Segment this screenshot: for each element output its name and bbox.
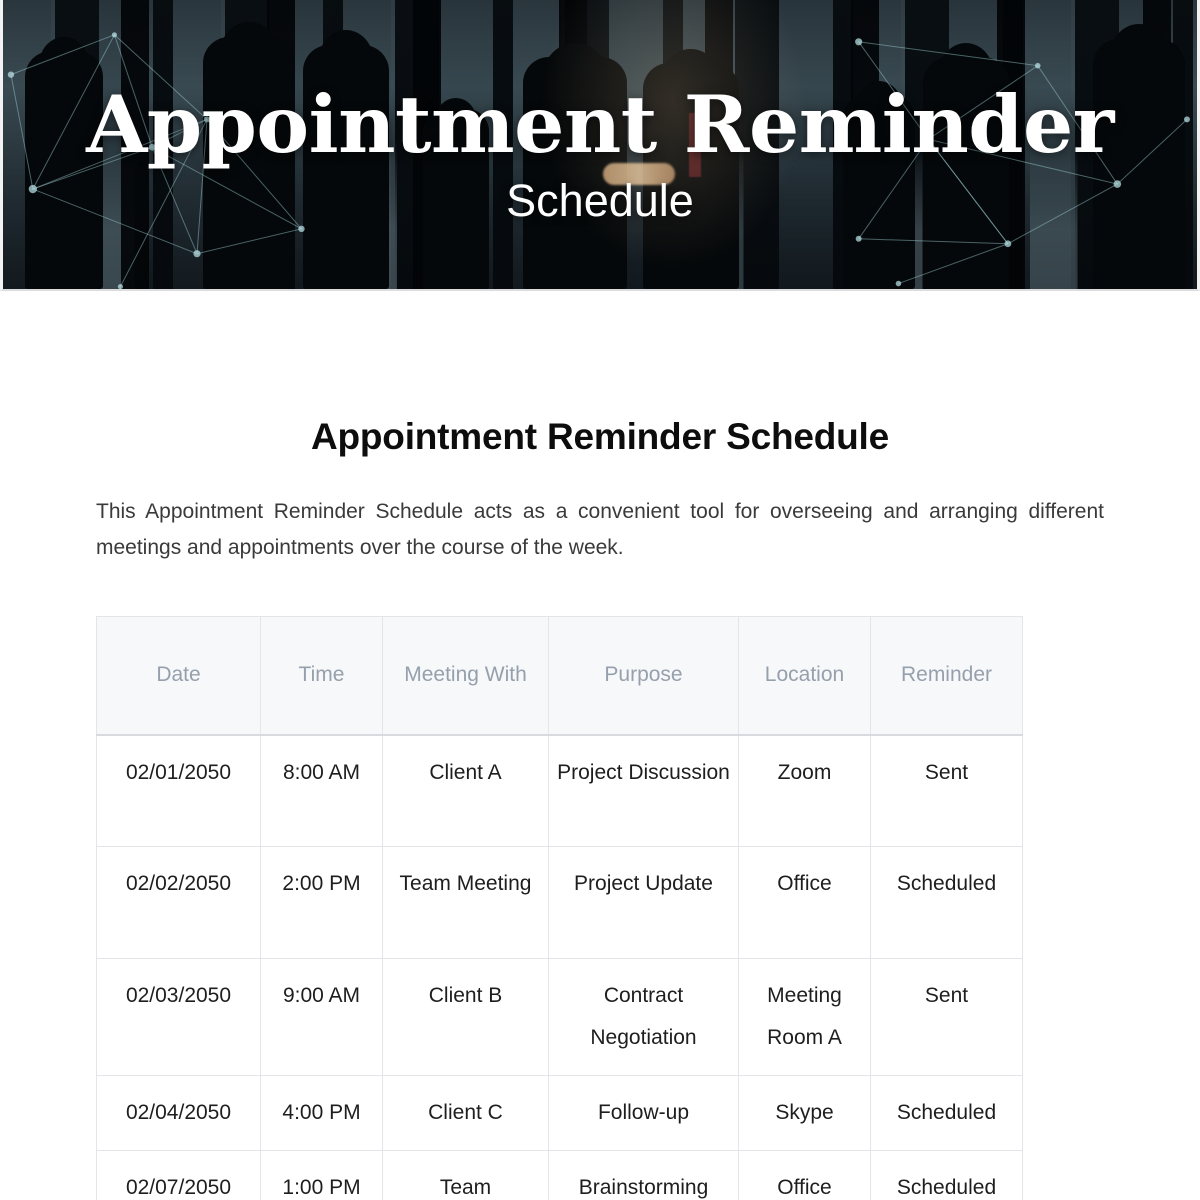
cell-date: 02/01/2050 (96, 734, 261, 848)
cell-purpose: Follow-up (548, 1075, 739, 1152)
cell-reminder: Sent (870, 958, 1023, 1077)
cell-date: 02/03/2050 (96, 958, 261, 1077)
column-header-date[interactable]: Date (96, 616, 261, 736)
banner-title-group: Appointment Reminder Schedule (3, 0, 1197, 289)
cell-location: Skype (738, 1075, 871, 1152)
column-header-purpose[interactable]: Purpose (548, 616, 739, 736)
cell-location: Zoom (738, 734, 871, 848)
cell-purpose: Contract Negotiation (548, 958, 739, 1077)
cell-location: Office (738, 846, 871, 960)
cell-purpose: Project Discussion (548, 734, 739, 848)
table-row[interactable]: 02/02/2050 2:00 PM Team Meeting Project … (96, 846, 1023, 960)
banner-title: Appointment Reminder (86, 77, 1114, 171)
table-header-row: Date Time Meeting With Purpose Location … (96, 616, 1023, 736)
column-header-location[interactable]: Location (738, 616, 871, 736)
column-header-time[interactable]: Time (260, 616, 383, 736)
table-row[interactable]: 02/03/2050 9:00 AM Client B Contract Neg… (96, 958, 1023, 1077)
cell-reminder: Sent (870, 734, 1023, 848)
cell-time: 1:00 PM (260, 1150, 383, 1200)
cell-meeting-with: Client A (382, 734, 549, 848)
page-title: Appointment Reminder Schedule (310, 416, 890, 457)
cell-date: 02/04/2050 (96, 1075, 261, 1152)
column-header-reminder[interactable]: Reminder (870, 616, 1023, 736)
table-row[interactable]: 02/01/2050 8:00 AM Client A Project Disc… (96, 734, 1023, 848)
cell-reminder: Scheduled (870, 1150, 1023, 1200)
document-body: Appointment Reminder Schedule This Appoi… (0, 291, 1200, 1200)
cell-time: 8:00 AM (260, 734, 383, 848)
cell-reminder: Scheduled (870, 846, 1023, 960)
appointment-schedule-table: Date Time Meeting With Purpose Location … (96, 616, 1023, 1200)
banner-subtitle: Schedule (506, 174, 694, 226)
cell-purpose: Project Update (548, 846, 739, 960)
header-banner: Appointment Reminder Schedule (0, 0, 1200, 291)
cell-meeting-with: Client B (382, 958, 549, 1077)
cell-meeting-with: Team (382, 1150, 549, 1200)
table-body: 02/01/2050 8:00 AM Client A Project Disc… (96, 734, 1023, 1200)
cell-date: 02/02/2050 (96, 846, 261, 960)
table-row[interactable]: 02/04/2050 4:00 PM Client C Follow-up Sk… (96, 1075, 1023, 1152)
cell-location: Office (738, 1150, 871, 1200)
cell-reminder: Scheduled (870, 1075, 1023, 1152)
intro-paragraph: This Appointment Reminder Schedule acts … (96, 500, 1104, 560)
cell-date: 02/07/2050 (96, 1150, 261, 1200)
table-header: Date Time Meeting With Purpose Location … (96, 616, 1023, 736)
table-row[interactable]: 02/07/2050 1:00 PM Team Brainstorming Of… (96, 1150, 1023, 1200)
cell-time: 9:00 AM (260, 958, 383, 1077)
schedule-table-container: Date Time Meeting With Purpose Location … (96, 566, 1104, 1200)
cell-meeting-with: Client C (382, 1075, 549, 1152)
cell-time: 4:00 PM (260, 1075, 383, 1152)
column-header-meeting-with[interactable]: Meeting With (382, 616, 549, 736)
cell-time: 2:00 PM (260, 846, 383, 960)
cell-purpose: Brainstorming (548, 1150, 739, 1200)
cell-location: Meeting Room A (738, 958, 871, 1077)
cell-meeting-with: Team Meeting (382, 846, 549, 960)
